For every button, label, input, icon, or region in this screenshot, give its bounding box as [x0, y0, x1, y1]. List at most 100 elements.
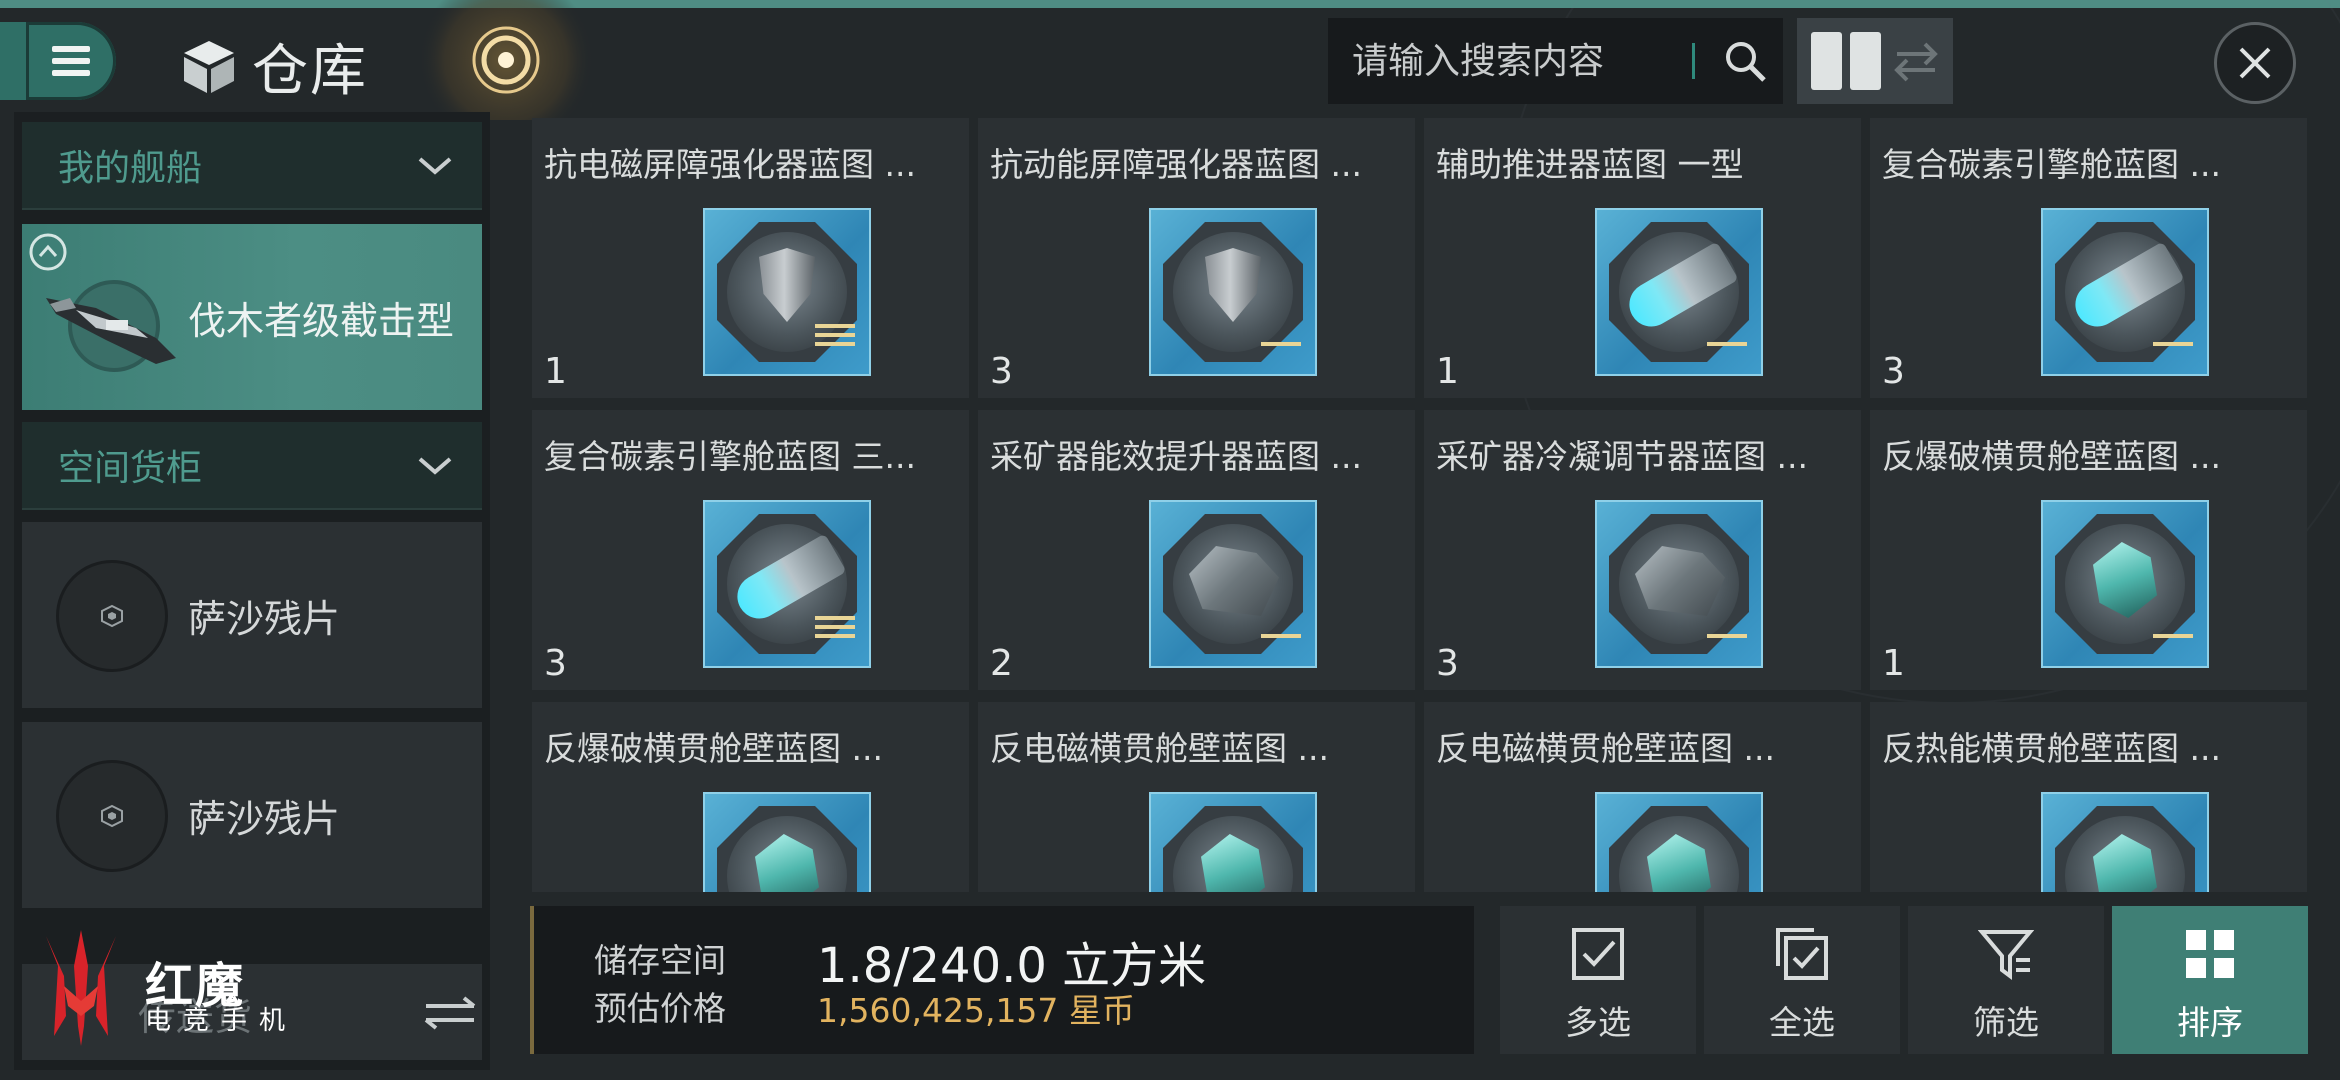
item-name: 采矿器冷凝调节器蓝图 ...: [1436, 437, 1808, 476]
search-divider: [1692, 43, 1695, 79]
ship-name: 伐木者级截击型: [188, 299, 455, 343]
item-name: 抗电磁屏障强化器蓝图 ...: [544, 145, 916, 184]
menu-button[interactable]: [0, 22, 116, 100]
tier-mark: [1261, 342, 1301, 346]
mining-drill-icon: [1149, 500, 1317, 668]
cargo-item[interactable]: 萨沙残片: [22, 722, 482, 908]
item-name: 反热能横贯舱壁蓝图 ...: [1882, 729, 2221, 768]
tier-mark: [1707, 342, 1747, 346]
filter-button[interactable]: 筛选: [1908, 906, 2104, 1054]
item-name: 采矿器能效提升器蓝图 ...: [990, 437, 1362, 476]
item-quantity: 2: [990, 643, 1013, 684]
page-title-group: 仓库: [182, 26, 368, 107]
select-all-label: 全选: [1769, 1003, 1835, 1042]
multi-select-icon: [1572, 928, 1624, 980]
cargo-item-label: 萨沙残片: [188, 797, 341, 841]
search-bar[interactable]: [1328, 18, 1783, 104]
ship-icon: [46, 280, 176, 372]
item-card[interactable]: 反电磁横贯舱壁蓝图 ...: [1424, 702, 1861, 892]
armor-plate-icon: [703, 792, 871, 892]
item-name: 反爆破横贯舱壁蓝图 ...: [544, 729, 883, 768]
armor-plate-icon: [1595, 792, 1763, 892]
thruster-icon: [703, 500, 871, 668]
shield-icon: [703, 208, 871, 376]
brand-subtitle: 电竞手机: [145, 1006, 298, 1036]
tier-mark: [2153, 342, 2193, 346]
page-title: 仓库: [252, 39, 368, 104]
search-icon[interactable]: [1723, 39, 1767, 83]
item-name: 复合碳素引擎舱蓝图 三...: [544, 437, 916, 476]
tier-mark: [1707, 634, 1747, 638]
item-card[interactable]: 复合碳素引擎舱蓝图 三... 3: [532, 410, 969, 690]
swap-list-icon[interactable]: [1891, 36, 1941, 86]
close-button[interactable]: [2214, 22, 2296, 104]
sort-label: 排序: [2177, 1003, 2243, 1042]
item-card[interactable]: 反热能横贯舱壁蓝图 ...: [1870, 702, 2307, 892]
item-quantity: 1: [544, 351, 567, 392]
transfer-swap-icon[interactable]: [422, 994, 478, 1030]
item-card[interactable]: 反电磁横贯舱壁蓝图 ...: [978, 702, 1415, 892]
filter-label: 筛选: [1973, 1003, 2039, 1042]
thruster-icon: [2041, 208, 2209, 376]
item-card[interactable]: 抗动能屏障强化器蓝图 ... 3: [978, 118, 1415, 398]
multi-select-button[interactable]: 多选: [1500, 906, 1696, 1054]
view-toggle[interactable]: [1797, 18, 1953, 104]
cargo-header[interactable]: 空间货柜: [22, 422, 482, 510]
cargo-item[interactable]: 萨沙残片: [22, 522, 482, 708]
item-quantity: 1: [1436, 351, 1459, 392]
close-icon: [2239, 47, 2271, 79]
item-card[interactable]: 采矿器冷凝调节器蓝图 ... 3: [1424, 410, 1861, 690]
item-name: 辅助推进器蓝图 一型: [1436, 145, 1744, 184]
search-input[interactable]: [1350, 39, 1684, 83]
sort-button[interactable]: 排序: [2112, 906, 2308, 1054]
cargo-label: 空间货柜: [58, 448, 203, 489]
shield-icon: [1149, 208, 1317, 376]
item-card[interactable]: 反爆破横贯舱壁蓝图 ...: [532, 702, 969, 892]
chevron-down-icon: [418, 157, 452, 175]
select-all-icon: [1776, 928, 1828, 980]
cargo-container-icon: [56, 560, 168, 672]
item-grid: 抗电磁屏障强化器蓝图 ... 1 抗动能屏障强化器蓝图 ... 3 辅助推进器蓝图 一型…: [520, 112, 2325, 892]
thruster-icon: [1595, 208, 1763, 376]
item-name: 反爆破横贯舱壁蓝图 ...: [1882, 437, 2221, 476]
select-all-button[interactable]: 全选: [1704, 906, 1900, 1054]
hamburger-icon: [52, 46, 90, 76]
item-name: 复合碳素引擎舱蓝图 ...: [1882, 145, 2221, 184]
tier-mark: [815, 616, 855, 638]
multi-select-label: 多选: [1565, 1003, 1631, 1042]
storage-info: 储存空间 预估价格 1.8/240.0 立方米 1,560,425,157 星币: [530, 906, 1474, 1054]
tier-mark: [2153, 634, 2193, 638]
item-quantity: 3: [1436, 643, 1459, 684]
item-name: 反电磁横贯舱壁蓝图 ...: [1436, 729, 1775, 768]
item-quantity: 3: [1882, 351, 1905, 392]
item-quantity: 3: [544, 643, 567, 684]
item-name: 抗动能屏障强化器蓝图 ...: [990, 145, 1362, 184]
my-ships-label: 我的舰船: [58, 148, 203, 189]
sort-grid-icon: [2186, 930, 2234, 978]
filter-icon: [1978, 930, 2034, 980]
item-card[interactable]: 辅助推进器蓝图 一型 1: [1424, 118, 1861, 398]
item-card[interactable]: 采矿器能效提升器蓝图 ... 2: [978, 410, 1415, 690]
collapse-up-icon[interactable]: [28, 232, 68, 272]
tier-mark: [1261, 634, 1301, 638]
radar-scan-icon[interactable]: [418, 0, 594, 120]
tier-mark: [815, 324, 855, 346]
item-quantity: 3: [990, 351, 1013, 392]
ship-card[interactable]: 伐木者级截击型: [22, 224, 482, 410]
cargo-container-icon: [56, 760, 168, 872]
cube-icon: [184, 40, 234, 93]
armor-plate-icon: [2041, 792, 2209, 892]
price-value: 1,560,425,157 星币: [817, 991, 1135, 1030]
armor-plate-icon: [2041, 500, 2209, 668]
item-quantity: 1: [1882, 643, 1905, 684]
cargo-item-label: 萨沙残片: [188, 597, 341, 641]
item-card[interactable]: 反爆破横贯舱壁蓝图 ... 1: [1870, 410, 2307, 690]
item-card[interactable]: 复合碳素引擎舱蓝图 ... 3: [1870, 118, 2307, 398]
brand-logo-icon: [46, 930, 116, 1046]
item-name: 反电磁横贯舱壁蓝图 ...: [990, 729, 1329, 768]
item-card[interactable]: 抗电磁屏障强化器蓝图 ... 1: [532, 118, 969, 398]
my-ships-header[interactable]: 我的舰船: [22, 122, 482, 210]
armor-plate-icon: [1149, 792, 1317, 892]
grid-view-icon[interactable]: [1811, 32, 1881, 90]
chevron-down-icon: [418, 457, 452, 475]
